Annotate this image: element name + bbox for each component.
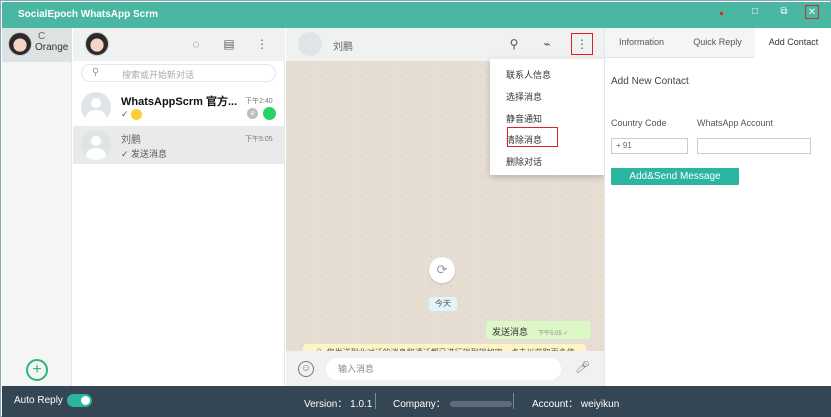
search-placeholder: 搜索或开始新对话 <box>122 70 195 80</box>
conversation-time: 下午2:40 <box>245 98 273 105</box>
contact-avatar <box>81 92 111 122</box>
search-icon[interactable]: ⚲ <box>507 37 521 51</box>
chat-menu: 联系人信息 选择消息 静音通知 清除消息 删除对话 <box>490 59 604 175</box>
menu-item-contact-info[interactable]: 联系人信息 <box>506 68 551 81</box>
composer: ☺ 输入消息 🎤︎ <box>286 351 604 386</box>
highlight-box <box>507 127 558 147</box>
account-rail: C Orange + <box>2 28 72 386</box>
mute-icon: ⌀ <box>247 108 258 119</box>
contact-name[interactable]: 刘鹏 <box>333 38 353 53</box>
status-bar: Auto Reply Version： 1.0.1 Company： Accou… <box>2 386 831 417</box>
message-text: 发送消息 <box>492 327 529 337</box>
outgoing-message: 发送消息 下午5:05 ✓ <box>486 321 591 339</box>
more-icon[interactable]: ⋮ <box>255 37 269 51</box>
menu-item-select-messages[interactable]: 选择消息 <box>506 90 542 103</box>
contact-panel: Information Quick Reply Add Contact Add … <box>604 28 831 386</box>
refresh-icon[interactable]: C <box>38 31 45 42</box>
avatar <box>8 32 32 56</box>
close-icon[interactable]: ✕ <box>805 5 819 19</box>
conversation-time: 下午5:05 <box>245 136 273 143</box>
tab-quick-reply[interactable]: Quick Reply <box>680 28 755 58</box>
auto-reply-label: Auto Reply <box>14 395 63 406</box>
conversation-preview: ✓ <box>121 109 143 121</box>
date-divider: 今天 <box>429 297 457 311</box>
account-text: Account： weiyikun <box>532 399 620 410</box>
app-title: SocialEpoch WhatsApp Scrm <box>18 9 159 20</box>
conversation-preview: ✓ 发送消息 <box>121 149 168 159</box>
new-chat-icon[interactable]: ▤ <box>222 37 236 51</box>
chat-list-header: ◌ ▤ ⋮ <box>73 28 285 61</box>
unread-badge <box>263 107 276 120</box>
message-input[interactable]: 输入消息 <box>326 358 561 380</box>
account-label: Orange <box>35 42 69 53</box>
account-entry[interactable]: C Orange <box>2 28 72 62</box>
menu-icon[interactable]: ⋮ <box>571 33 593 55</box>
smile-emoji-icon <box>131 109 143 121</box>
country-code-field[interactable]: + 91 <box>611 138 688 154</box>
country-code-label: Country Code <box>611 118 667 128</box>
menu-item-delete-chat[interactable]: 删除对话 <box>506 155 542 168</box>
auto-reply-toggle[interactable] <box>67 394 92 407</box>
whatsapp-account-label: WhatsApp Account <box>697 118 774 128</box>
list-item[interactable]: WhatsAppScrm 官方... 下午2:40 ✓ ⌀ <box>73 88 285 126</box>
restore-icon[interactable]: ⧉ <box>777 5 791 19</box>
chat-list-panel: ◌ ▤ ⋮ ⚲ 搜索或开始新对话 WhatsAppScrm 官方... 下午2:… <box>73 28 285 386</box>
app-window: SocialEpoch WhatsApp Scrm □ ⧉ ✕ C Orange… <box>0 0 831 417</box>
status-icon[interactable]: ◌ <box>189 37 203 51</box>
contact-avatar[interactable] <box>298 32 322 56</box>
contact-avatar <box>81 130 111 160</box>
divider <box>375 393 376 409</box>
panel-title: Add New Contact <box>611 76 689 87</box>
microphone-icon[interactable]: 🎤︎ <box>575 360 590 376</box>
tab-information[interactable]: Information <box>605 28 678 58</box>
redacted-company <box>449 401 512 408</box>
chat-header: 刘鹏 ⚲ ⌁ ⋮ <box>286 28 604 61</box>
version-text: Version： 1.0.1 <box>304 399 373 410</box>
minimize-icon[interactable] <box>718 5 732 19</box>
tab-bar: Information Quick Reply Add Contact <box>605 28 831 58</box>
divider <box>513 393 514 409</box>
conversation-name: 刘鹏 <box>121 135 141 146</box>
emoji-icon[interactable]: ☺ <box>298 361 314 377</box>
message-time: 下午5:05 ✓ <box>538 331 569 337</box>
profile-avatar[interactable] <box>85 32 109 56</box>
whatsapp-account-field[interactable] <box>697 138 811 154</box>
company-text: Company： <box>393 395 512 410</box>
add-account-button[interactable]: + <box>26 359 48 381</box>
add-send-button[interactable]: Add&Send Message <box>611 168 739 185</box>
maximize-icon[interactable]: □ <box>748 5 762 19</box>
search-icon: ⚲ <box>92 67 100 78</box>
title-bar: SocialEpoch WhatsApp Scrm □ ⧉ ✕ <box>2 2 831 28</box>
conversation-name: WhatsAppScrm 官方... <box>121 96 238 108</box>
attach-icon[interactable]: ⌁ <box>540 37 554 51</box>
search-input[interactable]: ⚲ 搜索或开始新对话 <box>81 64 276 82</box>
list-item[interactable]: 刘鹏 下午5:05 ✓ 发送消息 <box>73 126 285 164</box>
menu-item-mute[interactable]: 静音通知 <box>506 112 542 125</box>
refresh-icon[interactable]: ⟳ <box>429 257 455 283</box>
tab-add-contact[interactable]: Add Contact <box>755 28 831 58</box>
